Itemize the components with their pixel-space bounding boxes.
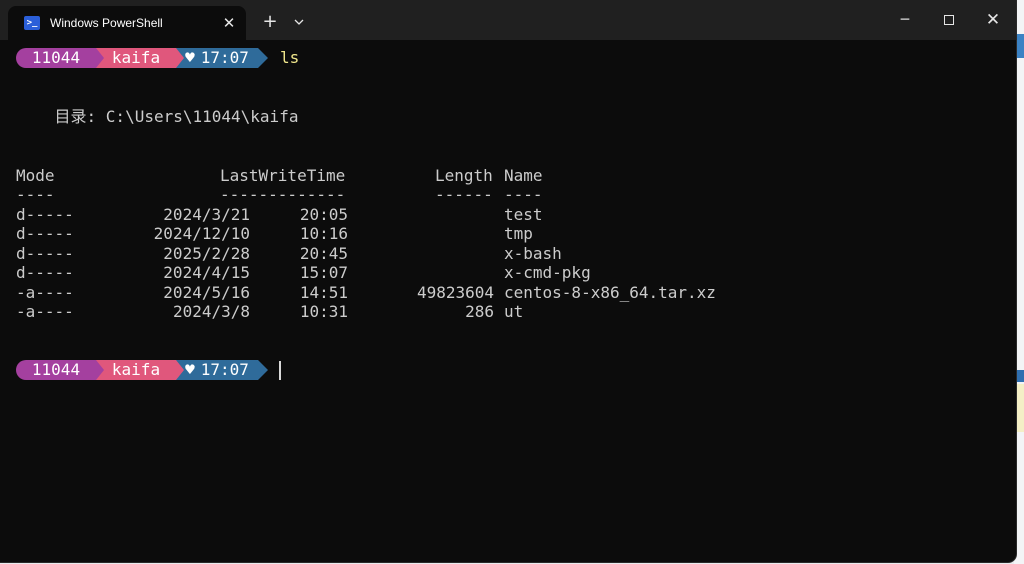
prompt-time: ♥ 17:07 <box>176 360 258 380</box>
prompt-user: 11044 <box>16 48 96 68</box>
row-name: tmp <box>504 224 533 243</box>
row-date: 2024/4/15 <box>163 263 250 282</box>
header-mode: Mode <box>16 166 55 185</box>
header-lastwritetime: LastWriteTime <box>220 166 346 185</box>
row-length: 286 <box>465 302 494 321</box>
new-tab-button[interactable]: + <box>258 10 282 34</box>
command-text: ls <box>280 48 300 67</box>
minimize-button[interactable]: ─ <box>890 7 920 33</box>
row-time: 10:31 <box>299 302 348 321</box>
row-time: 14:51 <box>299 283 348 302</box>
close-window-button[interactable]: ✕ <box>978 7 1008 33</box>
row-mode: d----- <box>16 263 74 282</box>
terminal-window: >_ Windows PowerShell ✕ + ─ ✕ 11044 kaif… <box>0 0 1016 562</box>
heart-icon: ♥ <box>185 360 195 379</box>
row-date: 2025/2/28 <box>163 244 250 263</box>
terminal-content[interactable]: 11044 kaifa ♥ 17:07 ls 目录: C:\Users\11044… <box>0 40 1016 562</box>
prompt-directory: kaifa <box>96 360 176 380</box>
row-mode: -a---- <box>16 302 74 321</box>
tab-title: Windows PowerShell <box>50 16 163 30</box>
row-name: x-bash <box>504 244 562 263</box>
prompt-time: ♥ 17:07 <box>176 48 258 68</box>
prompt-user: 11044 <box>16 360 96 380</box>
row-name: test <box>504 205 543 224</box>
prompt-directory: kaifa <box>96 48 176 68</box>
underline-length: ------ <box>435 185 493 204</box>
heart-icon: ♥ <box>185 48 195 67</box>
close-tab-icon[interactable]: ✕ <box>220 14 238 32</box>
row-time: 10:16 <box>299 224 348 243</box>
maximize-button[interactable] <box>934 7 964 33</box>
text-cursor <box>279 361 281 380</box>
row-mode: d----- <box>16 205 74 224</box>
row-name: ut <box>504 302 524 321</box>
row-date: 2024/5/16 <box>163 283 250 302</box>
row-mode: d----- <box>16 244 74 263</box>
header-name: Name <box>504 166 543 185</box>
underline-name: ---- <box>504 185 543 204</box>
row-time: 15:07 <box>299 263 348 282</box>
row-name: x-cmd-pkg <box>504 263 591 282</box>
directory-header: 目录: C:\Users\11044\kaifa <box>16 107 299 126</box>
row-mode: d----- <box>16 224 74 243</box>
tab-powershell[interactable]: >_ Windows PowerShell ✕ <box>8 6 246 40</box>
row-date: 2024/3/21 <box>163 205 250 224</box>
underline-mode: ---- <box>16 185 55 204</box>
row-date: 2024/3/8 <box>172 302 250 321</box>
header-length: Length <box>435 166 493 185</box>
underline-lastwritetime: ------------- <box>220 185 346 204</box>
row-length: 49823604 <box>416 283 494 302</box>
powershell-icon: >_ <box>24 16 40 30</box>
row-time: 20:05 <box>299 205 348 224</box>
row-date: 2024/12/10 <box>153 224 250 243</box>
chevron-down-icon[interactable] <box>288 10 310 34</box>
row-name: centos-8-x86_64.tar.xz <box>504 283 716 302</box>
title-bar[interactable]: >_ Windows PowerShell ✕ + ─ ✕ <box>0 0 1016 40</box>
row-time: 20:45 <box>299 244 348 263</box>
row-mode: -a---- <box>16 283 74 302</box>
